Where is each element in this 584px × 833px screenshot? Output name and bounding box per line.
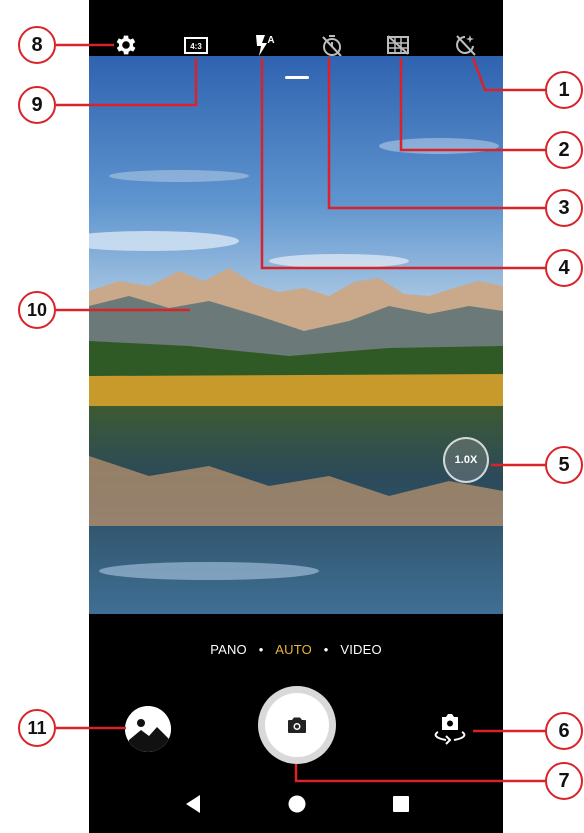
mode-auto[interactable]: AUTO — [275, 642, 312, 657]
switch-camera-icon — [434, 714, 466, 745]
callout-badge: 1 — [545, 71, 583, 109]
callout-badge: 11 — [18, 709, 56, 747]
callout-badge: 4 — [545, 249, 583, 287]
callout-badge: 5 — [545, 446, 583, 484]
switch-camera-button[interactable] — [430, 712, 470, 746]
callout-badge: 9 — [18, 86, 56, 124]
home-icon[interactable] — [287, 794, 307, 819]
callout-badge: 10 — [18, 291, 56, 329]
drawer-handle[interactable] — [285, 76, 309, 79]
zoom-button[interactable]: 1.0X — [443, 437, 489, 483]
navigation-bar — [89, 790, 503, 833]
aspect-ratio-label: 4:3 — [190, 42, 202, 51]
top-bar: 4:3 A — [89, 0, 503, 58]
shutter-inner — [265, 693, 329, 757]
shutter-button[interactable] — [258, 686, 336, 764]
callout-badge: 7 — [545, 762, 583, 800]
recents-icon[interactable] — [391, 794, 411, 819]
mode-video[interactable]: VIDEO — [340, 642, 381, 657]
callout-badge: 2 — [545, 131, 583, 169]
mode-separator: • — [323, 642, 329, 657]
grid-icon[interactable] — [385, 32, 411, 58]
viewfinder[interactable]: 1.0X — [89, 56, 503, 614]
camera-icon — [288, 717, 306, 733]
aspect-ratio-icon[interactable]: 4:3 — [183, 32, 209, 58]
callout-badge: 6 — [545, 712, 583, 750]
gear-icon[interactable] — [113, 32, 139, 58]
camera-screen: 4:3 A 1.0X PANO • AUTO • VIDEO — [89, 0, 503, 833]
flash-mode-label: A — [267, 35, 274, 46]
mode-separator: • — [258, 642, 264, 657]
viewfinder-image — [89, 56, 503, 614]
flash-auto-icon[interactable]: A — [251, 32, 277, 58]
gallery-button[interactable] — [125, 706, 171, 752]
gallery-icon — [125, 706, 171, 752]
hdr-off-icon[interactable] — [453, 32, 479, 58]
callout-badge: 8 — [18, 26, 56, 64]
mode-selector: PANO • AUTO • VIDEO — [89, 642, 503, 657]
callout-badge: 3 — [545, 189, 583, 227]
back-icon[interactable] — [184, 794, 202, 819]
timer-icon[interactable] — [319, 32, 345, 58]
mode-pano[interactable]: PANO — [210, 642, 247, 657]
